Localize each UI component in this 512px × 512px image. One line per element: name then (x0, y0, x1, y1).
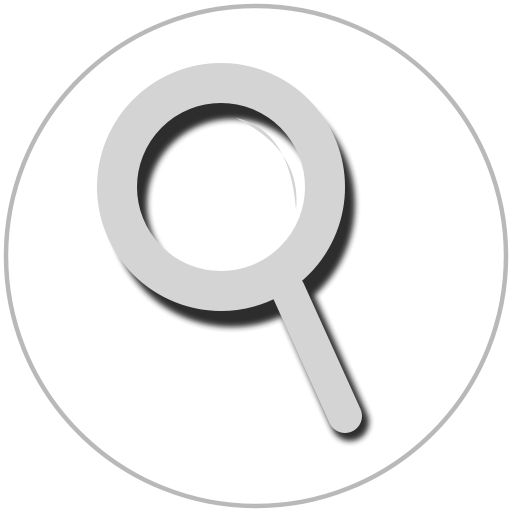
search-badge[interactable] (0, 0, 512, 512)
search-icon[interactable] (0, 0, 512, 512)
